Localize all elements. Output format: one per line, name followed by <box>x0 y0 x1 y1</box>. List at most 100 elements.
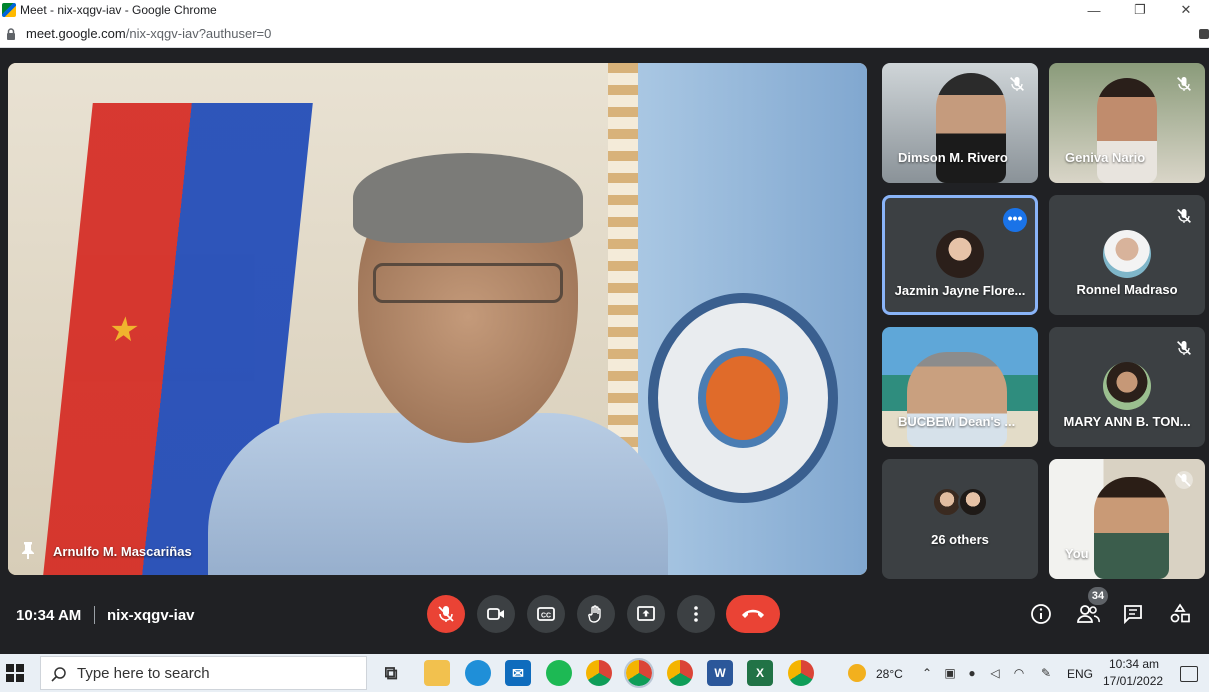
camera-button[interactable] <box>477 595 515 633</box>
window-title: Meet - nix-xqgv-iav - Google Chrome <box>20 3 217 17</box>
mic-off-icon <box>1176 76 1192 92</box>
star-icon: ★ <box>106 311 142 349</box>
extension-icon[interactable] <box>1199 29 1209 39</box>
participant-name: MARY ANN B. TON... <box>1063 414 1191 429</box>
participant-avatar <box>1103 362 1151 410</box>
weather-icon[interactable] <box>848 664 866 682</box>
clock-time[interactable]: 10:34 am <box>1109 657 1159 671</box>
spotify-icon[interactable] <box>546 660 572 686</box>
meeting-code[interactable]: nix-xqgv-iav <box>107 607 195 624</box>
mic-off-icon <box>1176 208 1192 224</box>
mail-icon[interactable]: ✉ <box>505 660 531 686</box>
lock-icon[interactable] <box>6 27 16 40</box>
info-button[interactable] <box>1025 598 1057 630</box>
chevron-up-icon[interactable]: ⌃ <box>920 666 934 680</box>
participant-avatar <box>936 230 984 278</box>
raise-hand-button[interactable] <box>577 595 615 633</box>
taskbar-search[interactable]: Type here to search <box>40 656 367 690</box>
more-options-icon <box>694 606 698 622</box>
meet-stage: ★ Arnulfo M. Mascariñas Dimson M. Rivero… <box>0 48 1209 597</box>
mic-off-icon <box>1175 471 1193 489</box>
participant-count-badge: 34 <box>1088 587 1108 605</box>
task-view-icon[interactable]: ⧉ <box>378 660 404 686</box>
activities-button[interactable] <box>1164 598 1196 630</box>
browser-titlebar: Meet - nix-xqgv-iav - Google Chrome — ❐ … <box>0 0 1209 20</box>
info-icon <box>1031 604 1051 624</box>
chat-button[interactable] <box>1117 598 1149 630</box>
leave-call-button[interactable] <box>726 595 780 633</box>
meet-tray-icon[interactable]: ▣ <box>943 666 957 680</box>
participant-tile-active[interactable]: ••• Jazmin Jayne Flore... <box>882 195 1038 315</box>
self-tile[interactable]: You <box>1049 459 1205 579</box>
participant-video <box>936 73 1006 183</box>
notifications-icon[interactable] <box>1180 666 1198 682</box>
search-icon <box>51 667 66 682</box>
url-host: meet.google.com <box>26 26 126 41</box>
pin-icon[interactable] <box>20 541 36 559</box>
microphone-button[interactable] <box>427 595 465 633</box>
chrome-icon[interactable] <box>788 660 814 686</box>
word-icon[interactable]: W <box>707 660 733 686</box>
search-placeholder: Type here to search <box>77 664 210 682</box>
raise-hand-icon <box>588 605 601 623</box>
clock-date[interactable]: 17/01/2022 <box>1103 674 1163 688</box>
participant-name: Dimson M. Rivero <box>898 150 1008 165</box>
self-video <box>1094 477 1169 579</box>
google-meet-favicon-icon <box>2 3 16 17</box>
participant-video <box>907 352 1007 447</box>
mic-off-icon <box>438 606 454 622</box>
others-tile[interactable]: 26 others <box>882 459 1038 579</box>
more-options-icon[interactable]: ••• <box>1003 208 1027 232</box>
chat-icon <box>1124 605 1142 625</box>
chrome-icon[interactable] <box>624 658 654 688</box>
participant-tile[interactable]: Geniva Nario <box>1049 63 1205 183</box>
participant-video <box>1097 78 1157 183</box>
participant-tile[interactable]: Ronnel Madraso <box>1049 195 1205 315</box>
chrome-icon[interactable] <box>586 660 612 686</box>
others-avatar <box>958 487 988 517</box>
chrome-icon[interactable] <box>667 660 693 686</box>
university-seal <box>648 293 838 503</box>
maximize-button[interactable]: ❐ <box>1117 0 1163 20</box>
minimize-button[interactable]: — <box>1071 0 1117 20</box>
participant-name: BUCBEM Dean's ... <box>898 414 1016 429</box>
mic-off-icon <box>1176 340 1192 356</box>
participant-tile[interactable]: Dimson M. Rivero <box>882 63 1038 183</box>
microphone-tray-icon[interactable]: ● <box>965 666 979 680</box>
participant-name: Jazmin Jayne Flore... <box>894 283 1026 298</box>
address-bar[interactable]: meet.google.com/nix-xqgv-iav?authuser=0 <box>0 20 1209 48</box>
url-path: /nix-xqgv-iav?authuser=0 <box>125 26 272 41</box>
participant-tile[interactable]: BUCBEM Dean's ... <box>882 327 1038 447</box>
edge-icon[interactable] <box>465 660 491 686</box>
present-icon <box>637 606 655 621</box>
windows-start-icon[interactable] <box>6 664 24 682</box>
weather-temp[interactable]: 28°C <box>876 667 903 681</box>
meeting-time: 10:34 AM <box>16 607 82 624</box>
close-window-button[interactable]: ✕ <box>1163 0 1209 20</box>
participant-name: Geniva Nario <box>1065 150 1146 165</box>
volume-icon[interactable]: ◁ <box>988 666 1002 680</box>
participant-name: You <box>1065 546 1089 561</box>
camera-icon <box>487 608 504 620</box>
input-language[interactable]: ENG <box>1067 667 1093 681</box>
participant-name: Ronnel Madraso <box>1076 282 1178 297</box>
participant-avatar <box>1103 230 1151 278</box>
main-speaker-name: Arnulfo M. Mascariñas <box>53 544 192 559</box>
divider <box>94 606 95 624</box>
file-explorer-icon[interactable] <box>424 660 450 686</box>
main-speaker-tile[interactable]: ★ Arnulfo M. Mascariñas <box>8 63 867 575</box>
people-icon <box>1077 605 1100 623</box>
mic-off-icon <box>1009 76 1025 92</box>
pen-icon[interactable]: ✎ <box>1039 666 1053 680</box>
windows-taskbar: Type here to search ⧉ ✉ W X 28°C ⌃ ▣ ● ◁… <box>0 654 1209 692</box>
wifi-icon[interactable]: ◠ <box>1012 666 1026 680</box>
url-text[interactable]: meet.google.com/nix-xqgv-iav?authuser=0 <box>26 26 271 41</box>
speaker-video <box>208 153 668 575</box>
participant-tile[interactable]: MARY ANN B. TON... <box>1049 327 1205 447</box>
captions-button[interactable]: CC <box>527 595 565 633</box>
leave-call-icon <box>742 609 764 618</box>
present-button[interactable] <box>627 595 665 633</box>
others-label: 26 others <box>931 532 989 547</box>
excel-icon[interactable]: X <box>747 660 773 686</box>
more-options-button[interactable] <box>677 595 715 633</box>
